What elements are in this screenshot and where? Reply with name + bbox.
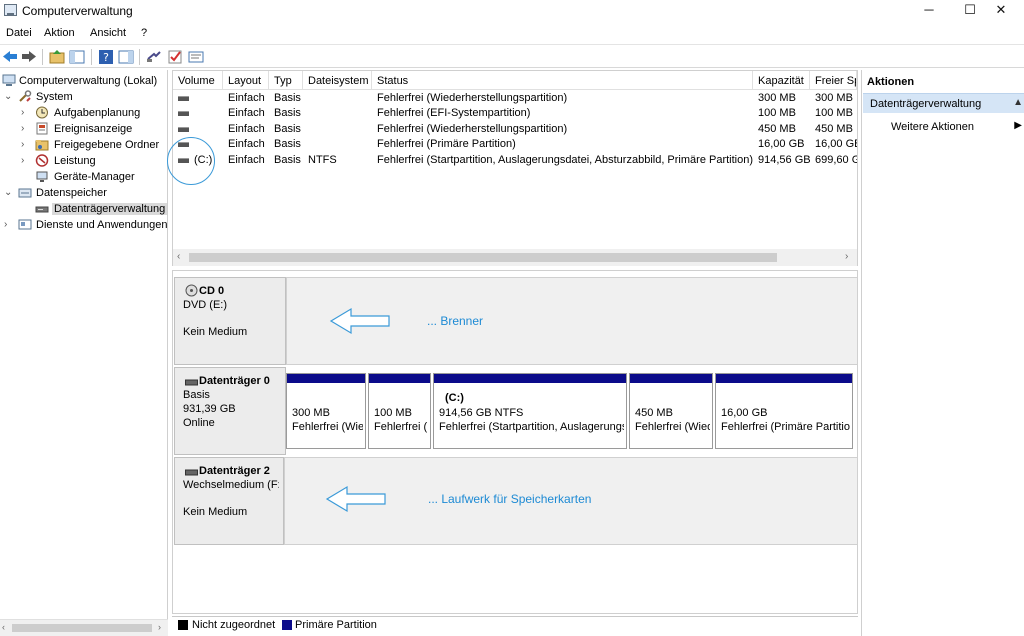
help-icon[interactable]: ? <box>97 48 115 65</box>
title-bar: Computerverwaltung ─ ☐ ✕ <box>0 0 1024 22</box>
arrow-left-icon <box>329 306 391 339</box>
partition-recovery-1[interactable]: 300 MB Fehlerfrei (Wiederherstellungspar… <box>286 373 366 449</box>
legend-label-unallocated: Nicht zugeordnet <box>192 619 276 631</box>
annotation-card-reader: ... Laufwerk für Speicherkarten <box>428 492 592 506</box>
scroll-left-icon[interactable]: ‹ <box>2 622 5 632</box>
menu-aktion[interactable]: Aktion <box>44 27 75 39</box>
chevron-right-icon[interactable]: ▶ <box>1014 120 1022 131</box>
column-header-kapazitaet[interactable]: Kapazität <box>753 71 810 90</box>
back-arrow-icon[interactable] <box>1 48 19 65</box>
legend-swatch-primary <box>282 620 292 630</box>
volume-list: Volume Layout Typ Dateisystem Status Kap… <box>172 70 858 266</box>
scroll-right-icon[interactable]: › <box>158 622 161 632</box>
scroll-right-icon[interactable]: › <box>845 251 848 262</box>
toolbar: ? <box>0 44 1024 68</box>
disk-management-icon <box>35 202 49 215</box>
actions-pane: Aktionen Datenträgerverwaltung ▲ Weitere… <box>861 70 1024 636</box>
chevron-down-icon[interactable]: ⌄ <box>4 91 14 102</box>
legend-swatch-unallocated <box>178 620 188 630</box>
shared-folder-icon <box>35 138 49 151</box>
up-folder-icon[interactable] <box>48 48 66 65</box>
chevron-right-icon[interactable]: › <box>4 219 14 230</box>
volume-list-horizontal-scrollbar[interactable]: ‹ › <box>173 249 857 266</box>
disk-label-disk0[interactable]: Datenträger 0 Basis 931,39 GB Online <box>174 367 286 455</box>
partition-c[interactable]: (C:) 914,56 GB NTFS Fehlerfrei (Startpar… <box>433 373 627 449</box>
chevron-right-icon[interactable]: › <box>21 155 31 166</box>
table-row[interactable]: Einfach Basis Fehlerfrei (Wiederherstell… <box>173 122 859 137</box>
event-viewer-icon <box>35 122 49 135</box>
chevron-right-icon[interactable]: › <box>21 139 31 150</box>
collapse-up-icon[interactable]: ▲ <box>1013 97 1023 108</box>
show-hide-tree-icon[interactable] <box>68 48 86 65</box>
column-header-status[interactable]: Status <box>372 71 753 90</box>
menu-ansicht[interactable]: Ansicht <box>90 27 126 39</box>
disk-icon <box>185 377 198 389</box>
chevron-down-icon[interactable]: ⌄ <box>4 187 14 198</box>
column-header-freier-speicher[interactable]: Freier Sp <box>810 71 857 90</box>
computer-management-icon <box>2 74 16 87</box>
disk-graphical-view: CD 0 DVD (E:) Kein Medium ... Brenner Da… <box>172 270 858 614</box>
menu-help[interactable]: ? <box>141 27 147 39</box>
drive-icon <box>178 111 189 116</box>
performance-icon <box>35 154 49 167</box>
menu-datei[interactable]: Datei <box>6 27 32 39</box>
cd-drive-icon <box>185 284 198 300</box>
drive-icon <box>178 96 189 101</box>
properties-icon[interactable] <box>187 48 205 65</box>
partition-primary[interactable]: 16,00 GB Fehlerfrei (Primäre Partition) <box>715 373 853 449</box>
show-action-pane-icon[interactable] <box>117 48 135 65</box>
table-row[interactable]: Einfach Basis Fehlerfrei (EFI-Systempart… <box>173 106 859 121</box>
tools-icon <box>18 90 32 103</box>
legend: Nicht zugeordnet Primäre Partition <box>172 616 858 634</box>
connect-icon[interactable] <box>145 48 163 65</box>
column-header-volume[interactable]: Volume <box>173 71 223 90</box>
computer-management-window: Computerverwaltung ─ ☐ ✕ Datei Aktion An… <box>0 0 1024 636</box>
column-header-typ[interactable]: Typ <box>269 71 303 90</box>
scroll-left-icon[interactable]: ‹ <box>177 251 180 262</box>
navigation-tree: Computerverwaltung (Lokal) ⌄ System › Au… <box>0 70 168 636</box>
disk-area-cd0: ... Brenner <box>286 277 858 365</box>
scrollbar-thumb[interactable] <box>12 624 152 632</box>
table-row[interactable]: Einfach Basis Fehlerfrei (Primäre Partit… <box>173 137 859 152</box>
legend-label-primary: Primäre Partition <box>295 619 377 631</box>
services-icon <box>18 218 32 231</box>
annotation-burner: ... Brenner <box>427 314 484 328</box>
partition-recovery-2[interactable]: 450 MB Fehlerfrei (Wiederherstellungspar… <box>629 373 713 449</box>
disk-label-cd0[interactable]: CD 0 DVD (E:) Kein Medium <box>174 277 286 365</box>
disk-label-disk2[interactable]: Datenträger 2 Wechselmedium (F:) Kein Me… <box>174 457 284 545</box>
check-icon[interactable] <box>166 48 184 65</box>
actions-header: Aktionen <box>867 76 915 88</box>
disk-area-disk2: ... Laufwerk für Speicherkarten <box>284 457 858 545</box>
scrollbar-thumb[interactable] <box>189 253 777 262</box>
storage-icon <box>18 186 32 199</box>
window-title: Computerverwaltung <box>22 4 133 18</box>
forward-arrow-icon[interactable] <box>20 48 38 65</box>
drive-icon <box>178 127 189 132</box>
minimize-button[interactable]: ─ <box>906 0 952 22</box>
annotation-circle <box>167 137 215 185</box>
column-header-layout[interactable]: Layout <box>223 71 269 90</box>
disk-icon <box>185 467 198 479</box>
table-row[interactable]: (C:) Einfach Basis NTFS Fehlerfrei (Star… <box>173 153 859 168</box>
close-button[interactable]: ✕ <box>978 0 1024 22</box>
svg-text:?: ? <box>103 51 109 64</box>
actions-section-datentraegerverwaltung[interactable]: Datenträgerverwaltung ▲ <box>863 93 1024 113</box>
arrow-left-icon <box>325 484 387 517</box>
partition-efi[interactable]: 100 MB Fehlerfrei (EFI-Systempartition) <box>368 373 431 449</box>
table-row[interactable]: Einfach Basis Fehlerfrei (Wiederherstell… <box>173 91 859 106</box>
chevron-right-icon[interactable]: › <box>21 107 31 118</box>
more-actions-link[interactable]: Weitere Aktionen <box>891 121 974 133</box>
computer-management-icon <box>4 4 17 16</box>
chevron-right-icon[interactable]: › <box>21 123 31 134</box>
tree-horizontal-scrollbar[interactable]: ‹ › <box>0 619 168 636</box>
device-manager-icon <box>35 170 49 183</box>
column-header-dateisystem[interactable]: Dateisystem <box>303 71 372 90</box>
clock-icon <box>35 106 49 119</box>
